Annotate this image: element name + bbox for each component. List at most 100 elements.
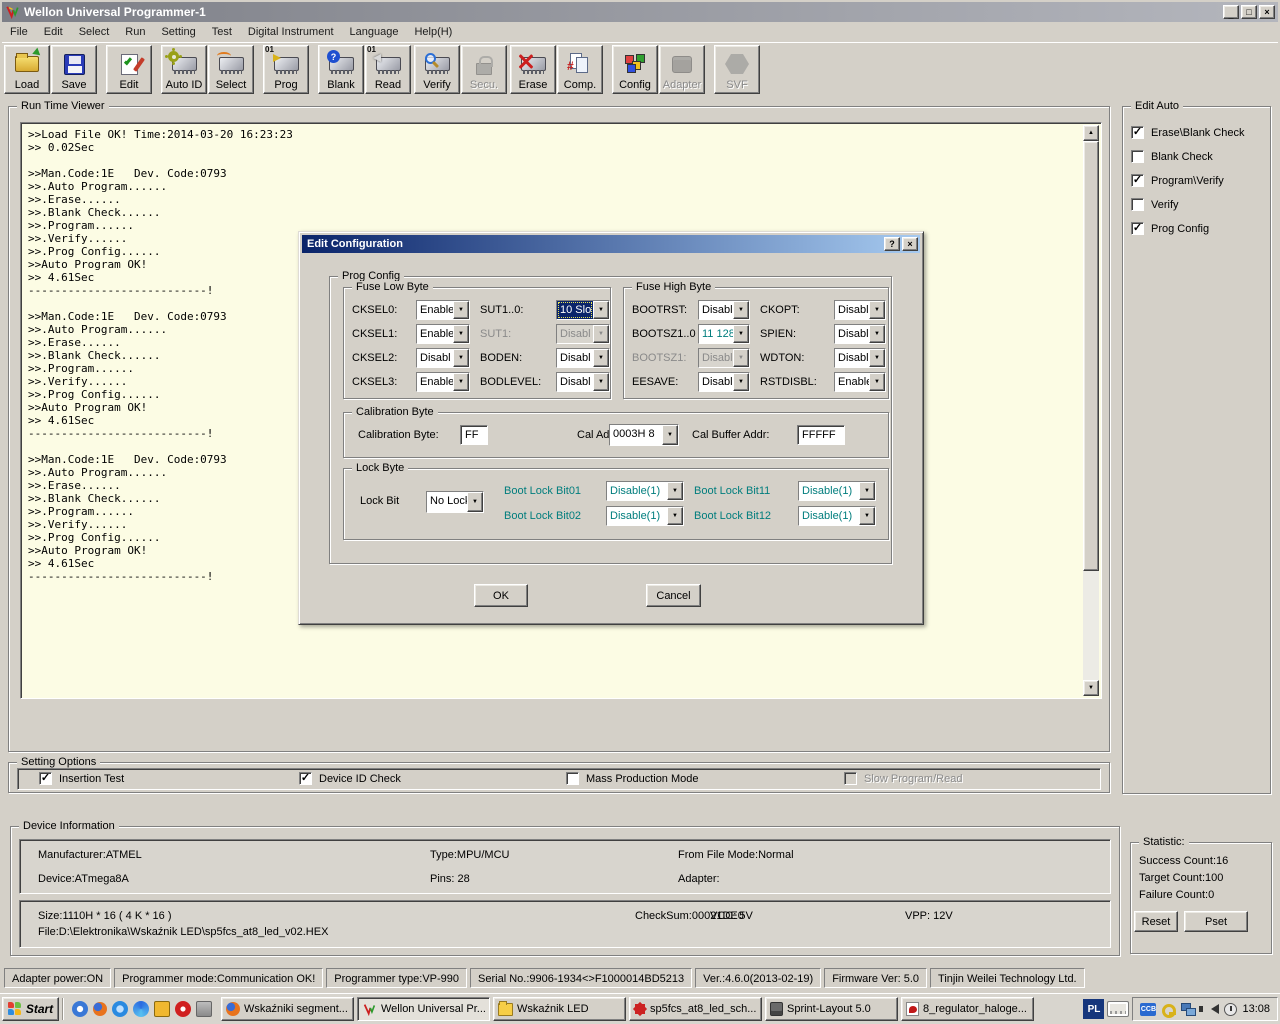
chevron-down-icon[interactable]: ▼ — [869, 325, 885, 343]
read-button[interactable]: 01 Read — [365, 45, 411, 94]
chevron-down-icon[interactable]: ▼ — [733, 325, 749, 343]
ccb-tray-icon[interactable]: CCB — [1140, 1003, 1156, 1016]
checkbox-blank-check[interactable]: Blank Check — [1131, 150, 1213, 163]
checkbox-mass-production-mode[interactable]: Mass Production Mode — [566, 772, 699, 785]
cal-addr-combobox[interactable]: 0003H 8▼ — [609, 424, 679, 446]
chevron-down-icon[interactable]: ▼ — [859, 507, 875, 525]
task-pdf-regulator[interactable]: 8_regulator_haloge... — [901, 997, 1034, 1021]
bodlevel-combobox[interactable]: Disabl▼ — [556, 372, 610, 392]
scrollbar-thumb[interactable] — [1083, 141, 1099, 571]
checkbox-icon[interactable] — [1131, 150, 1144, 163]
lock-bit-combobox[interactable]: No Lock▼ — [426, 491, 484, 513]
chevron-down-icon[interactable]: ▼ — [453, 373, 469, 391]
spien-combobox[interactable]: Disabl▼ — [834, 324, 886, 344]
cksel2-combobox[interactable]: Disabl▼ — [416, 348, 470, 368]
chevron-down-icon[interactable]: ▼ — [593, 349, 609, 367]
chevron-down-icon[interactable]: ▼ — [453, 301, 469, 319]
calibration-byte-field[interactable]: FF — [460, 425, 488, 445]
ckopt-combobox[interactable]: Disabl▼ — [834, 300, 886, 320]
volume-icon[interactable] — [1211, 1004, 1219, 1014]
load-button[interactable]: Load — [4, 45, 50, 94]
menu-test[interactable]: Test — [204, 24, 240, 40]
config-button[interactable]: Config — [612, 45, 658, 94]
task-wskazniki-segment[interactable]: Wskaźniki segment... — [221, 997, 354, 1021]
auto-id-button[interactable]: Auto ID — [161, 45, 207, 94]
bootsz10-combobox[interactable]: 11 128▼ — [698, 324, 750, 344]
boden-combobox[interactable]: Disabl▼ — [556, 348, 610, 368]
compare-button[interactable]: # Comp. — [557, 45, 603, 94]
chevron-down-icon[interactable]: ▼ — [593, 373, 609, 391]
chevron-down-icon[interactable]: ▼ — [869, 301, 885, 319]
cksel0-combobox[interactable]: Enable▼ — [416, 300, 470, 320]
boot-lock-bit11-combobox[interactable]: Disable(1)▼ — [798, 481, 876, 501]
log-scrollbar[interactable]: ▲ ▼ — [1083, 125, 1099, 696]
chevron-down-icon[interactable]: ▼ — [593, 301, 609, 319]
ie-icon[interactable] — [72, 1001, 88, 1017]
chevron-down-icon[interactable]: ▼ — [667, 507, 683, 525]
menu-edit[interactable]: Edit — [36, 24, 71, 40]
reset-button[interactable]: Reset — [1134, 911, 1178, 932]
internet-explorer-icon[interactable] — [112, 1001, 128, 1017]
bootrst-combobox[interactable]: Disabl▼ — [698, 300, 750, 320]
menu-language[interactable]: Language — [342, 24, 407, 40]
help-button[interactable]: ? — [884, 237, 900, 251]
chevron-down-icon[interactable]: ▼ — [869, 349, 885, 367]
pset-button[interactable]: Pset — [1184, 911, 1248, 932]
start-button[interactable]: Start — [2, 997, 59, 1021]
media-player-icon[interactable] — [133, 1001, 149, 1017]
printer-icon[interactable] — [196, 1001, 212, 1017]
boot-lock-bit12-combobox[interactable]: Disable(1)▼ — [798, 506, 876, 526]
clock-app-icon[interactable] — [154, 1001, 170, 1017]
chevron-down-icon[interactable]: ▼ — [869, 373, 885, 391]
cal-buffer-addr-field[interactable]: FFFFF — [797, 425, 845, 445]
erase-button[interactable]: Erase — [510, 45, 556, 94]
scroll-up-icon[interactable]: ▲ — [1083, 125, 1099, 141]
menu-run[interactable]: Run — [117, 24, 153, 40]
firefox-icon[interactable] — [93, 1002, 107, 1016]
checkbox-verify[interactable]: Verify — [1131, 198, 1179, 211]
rstdisbl-combobox[interactable]: Enable▼ — [834, 372, 886, 392]
checkbox-icon[interactable]: ✓ — [1131, 174, 1144, 187]
scheduler-icon[interactable] — [1224, 1003, 1237, 1016]
maximize-button[interactable]: □ — [1241, 5, 1257, 19]
chevron-down-icon[interactable]: ▼ — [859, 482, 875, 500]
chevron-down-icon[interactable]: ▼ — [733, 373, 749, 391]
eesave-combobox[interactable]: Disabl▼ — [698, 372, 750, 392]
edit-button[interactable]: Edit — [106, 45, 152, 94]
chevron-down-icon[interactable]: ▼ — [662, 425, 678, 445]
chevron-down-icon[interactable]: ▼ — [467, 492, 483, 512]
key-icon[interactable] — [1161, 1002, 1176, 1017]
cksel1-combobox[interactable]: Enable▼ — [416, 324, 470, 344]
menu-select[interactable]: Select — [71, 24, 118, 40]
dialog-close-button[interactable]: × — [902, 237, 918, 251]
checkbox-prog-config[interactable]: ✓ Prog Config — [1131, 222, 1209, 235]
task-sprint-layout[interactable]: Sprint-Layout 5.0 — [765, 997, 898, 1021]
menu-file[interactable]: File — [2, 24, 36, 40]
wdton-combobox[interactable]: Disabl▼ — [834, 348, 886, 368]
checkbox-icon[interactable] — [566, 772, 579, 785]
menu-digital-instrument[interactable]: Digital Instrument — [240, 24, 342, 40]
cancel-button[interactable]: Cancel — [646, 584, 701, 607]
checkbox-icon[interactable]: ✓ — [299, 772, 312, 785]
boot-lock-bit01-combobox[interactable]: Disable(1)▼ — [606, 481, 684, 501]
chevron-down-icon[interactable]: ▼ — [667, 482, 683, 500]
network-icon[interactable] — [1181, 1003, 1196, 1016]
checkbox-device-id-check[interactable]: ✓ Device ID Check — [299, 772, 401, 785]
checkbox-icon[interactable]: ✓ — [1131, 222, 1144, 235]
keyboard-icon[interactable] — [1107, 1001, 1129, 1017]
sut10-combobox[interactable]: 10 Slo▼ — [556, 300, 610, 320]
checkbox-erase-blank-check[interactable]: ✓ Erase\Blank Check — [1131, 126, 1245, 139]
checkbox-icon[interactable]: ✓ — [39, 772, 52, 785]
checkbox-icon[interactable]: ✓ — [1131, 126, 1144, 139]
scroll-down-icon[interactable]: ▼ — [1083, 680, 1099, 696]
chevron-down-icon[interactable]: ▼ — [453, 349, 469, 367]
boot-lock-bit02-combobox[interactable]: Disable(1)▼ — [606, 506, 684, 526]
chevron-down-icon[interactable]: ▼ — [453, 325, 469, 343]
save-button[interactable]: Save — [51, 45, 97, 94]
chevron-down-icon[interactable]: ▼ — [733, 301, 749, 319]
language-indicator[interactable]: PL — [1083, 999, 1104, 1019]
checkbox-program-verify[interactable]: ✓ Program\Verify — [1131, 174, 1224, 187]
opera-icon[interactable] — [175, 1001, 191, 1017]
blank-button[interactable]: ? Blank — [318, 45, 364, 94]
close-button[interactable]: × — [1259, 5, 1275, 19]
